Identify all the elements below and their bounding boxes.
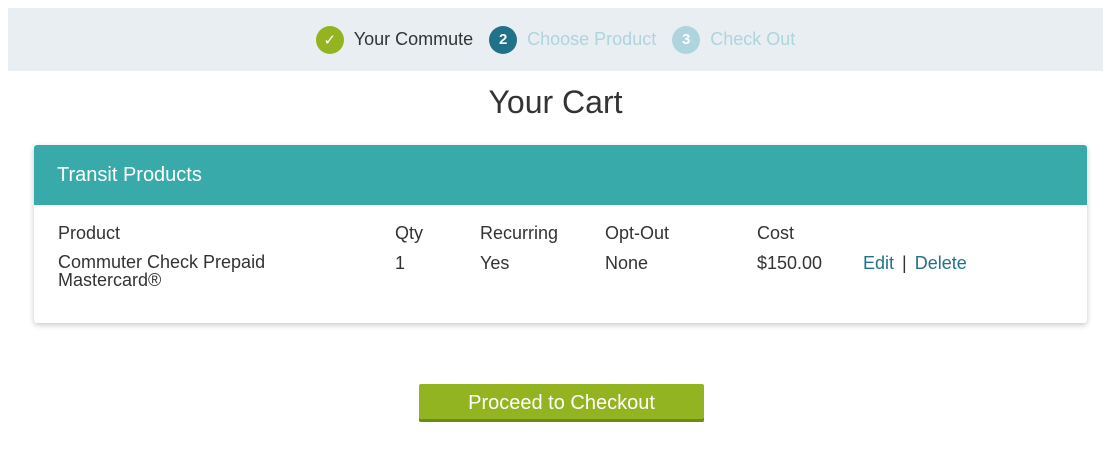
page-title: Your Cart [488,84,623,120]
item-qty: 1 [395,253,406,273]
step-number-badge: 3 [672,25,701,54]
step-number-badge: 2 [489,25,518,54]
proceed-to-checkout-button[interactable]: Proceed to Checkout [419,384,704,422]
step-your-commute: ✓ Your Commute [315,25,474,54]
item-cost: $150.00 [757,253,823,273]
product-name: Commuter Check Prepaid Mastercard® [58,252,266,290]
column-header-recurring: Recurring [480,223,559,243]
column-header-product: Product [58,223,121,243]
link-separator: | [902,253,907,273]
item-optout: None [605,253,649,273]
column-header-qty: Qty [395,223,424,243]
step-label: Your Commute [353,29,474,49]
item-recurring: Yes [480,253,510,273]
section-header: Transit Products [34,145,1087,205]
column-header-optout: Opt-Out [605,223,670,243]
step-choose-product: 2 Choose Product [489,25,657,54]
progress-steps: ✓ Your Commute 2 Choose Product 3 Check … [8,8,1103,71]
delete-link[interactable]: Delete [915,253,967,273]
cart-table: Product Qty Recurring Opt-Out Cost Commu… [34,205,1087,323]
checkmark-icon: ✓ [315,25,344,54]
edit-link[interactable]: Edit [863,253,894,273]
step-label: Check Out [710,29,796,49]
item-actions: Edit | Delete [863,253,967,273]
cart-panel: Transit Products Product Qty Recurring O… [34,145,1087,323]
column-header-cost: Cost [757,223,795,243]
step-label: Choose Product [527,29,657,49]
step-check-out: 3 Check Out [672,25,796,54]
